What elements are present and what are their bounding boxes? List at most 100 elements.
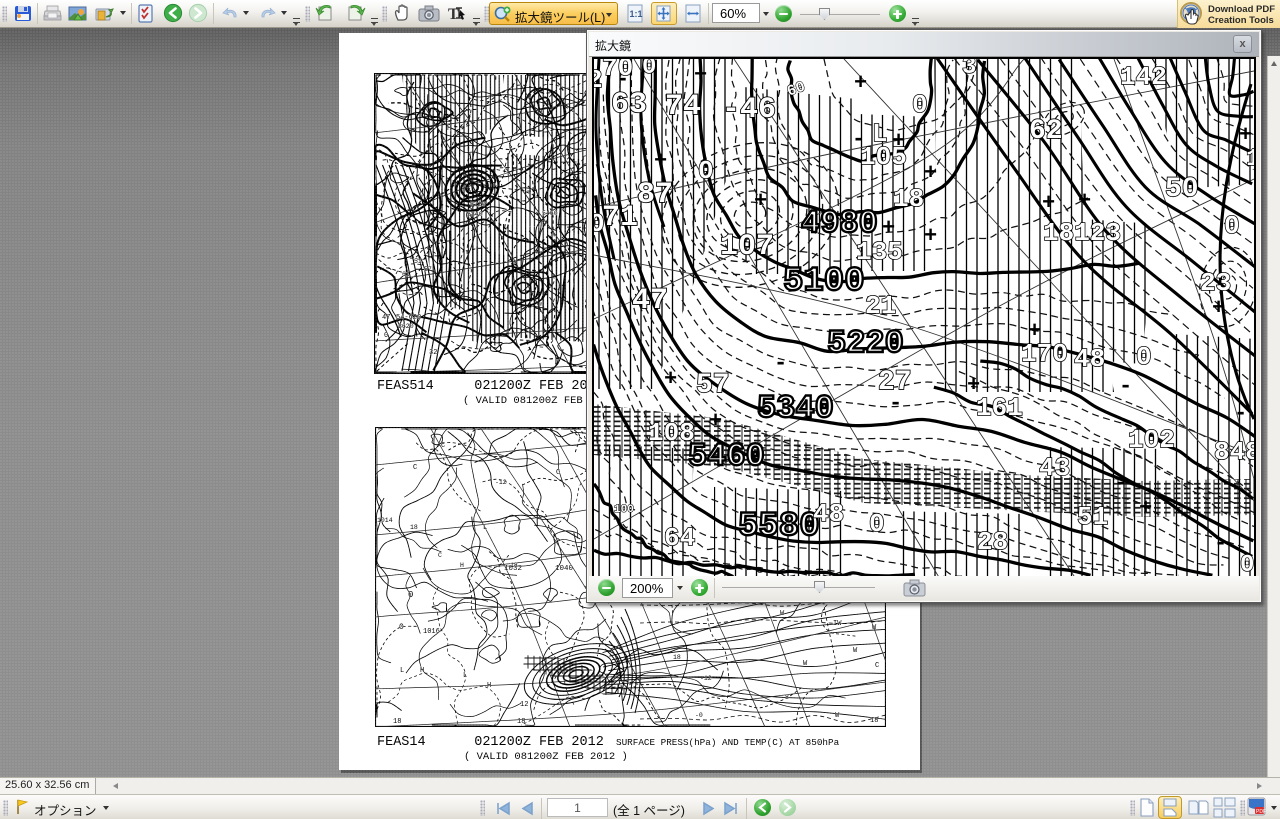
svg-text:+: +	[854, 71, 867, 96]
svg-text:1032: 1032	[504, 565, 522, 573]
svg-text:107: 107	[720, 230, 774, 264]
svg-text:+: +	[664, 367, 677, 392]
svg-text:0: 0	[399, 623, 404, 632]
svg-text:PDF: PDF	[1256, 809, 1266, 815]
svg-text:L: L	[483, 524, 487, 532]
svg-text:+: +	[754, 189, 767, 214]
svg-text:3620: 3620	[398, 323, 414, 330]
svg-text:H: H	[447, 125, 451, 133]
svg-text:1040: 1040	[555, 565, 574, 573]
svg-text:62: 62	[1029, 116, 1063, 147]
svg-text:C: C	[875, 662, 879, 670]
svg-text:18: 18	[673, 654, 681, 661]
svg-text:+: +	[924, 224, 937, 249]
svg-text:+: +	[694, 63, 707, 88]
svg-text:18: 18	[870, 717, 878, 725]
svg-text:18: 18	[893, 184, 924, 214]
svg-text:28: 28	[977, 527, 1008, 557]
svg-text:23: 23	[1200, 268, 1231, 298]
svg-text:L: L	[463, 672, 467, 680]
svg-text:+: +	[882, 216, 895, 241]
svg-text:50: 50	[1165, 174, 1199, 205]
svg-text:-12: -12	[700, 675, 712, 682]
svg-text:00: 00	[1240, 552, 1254, 576]
svg-text:0: 0	[594, 209, 605, 239]
svg-text:74: 74	[665, 90, 701, 124]
svg-text:-: -	[889, 391, 902, 416]
svg-text:12: 12	[520, 701, 528, 709]
svg-text:+: +	[1042, 191, 1055, 216]
svg-text:51: 51	[1077, 502, 1108, 532]
svg-text:-46: -46	[722, 93, 776, 127]
svg-text:W: W	[803, 660, 808, 668]
svg-text:H: H	[420, 667, 424, 675]
svg-text:51: 51	[414, 258, 422, 265]
svg-text:18: 18	[517, 718, 525, 726]
svg-text:IW: IW	[833, 620, 842, 628]
svg-text:-: -	[616, 67, 629, 92]
svg-text:+: +	[654, 149, 667, 174]
svg-text:71: 71	[602, 201, 638, 235]
svg-text:+: +	[924, 161, 937, 186]
svg-text:1014: 1014	[377, 517, 393, 524]
svg-text:L: L	[400, 667, 404, 675]
svg-text:64: 64	[664, 523, 695, 553]
svg-text:-0: -0	[695, 712, 703, 719]
svg-text:+: +	[967, 373, 980, 398]
svg-text:48: 48	[813, 499, 844, 529]
svg-text:142: 142	[1120, 62, 1167, 92]
svg-text:18: 18	[510, 562, 518, 569]
svg-text:-: -	[1214, 531, 1227, 556]
svg-text:5340: 5340	[757, 390, 834, 427]
svg-text:+: +	[892, 129, 905, 154]
svg-text:32: 32	[429, 349, 437, 357]
svg-text:0: 0	[642, 59, 656, 81]
svg-text:0: 0	[1224, 211, 1240, 241]
svg-text:-: -	[1114, 471, 1127, 496]
svg-text:W: W	[872, 624, 877, 632]
svg-text:5220: 5220	[470, 201, 486, 208]
svg-text:848: 848	[1214, 437, 1254, 467]
svg-text:43: 43	[1039, 453, 1070, 483]
svg-text:57: 57	[696, 370, 730, 401]
svg-text:3: 3	[962, 59, 976, 81]
svg-text:135: 135	[856, 237, 903, 267]
svg-text:1:1: 1:1	[630, 9, 643, 19]
svg-text:0: 0	[408, 590, 413, 600]
svg-text:H: H	[487, 682, 491, 690]
svg-text:W: W	[835, 712, 840, 720]
svg-text:C: C	[438, 552, 442, 559]
svg-text:+: +	[1212, 296, 1225, 321]
svg-text:1016: 1016	[423, 628, 440, 636]
svg-text:108: 108	[648, 418, 695, 448]
svg-text:47: 47	[632, 284, 668, 318]
svg-text:+: +	[709, 409, 722, 434]
svg-text:21: 21	[865, 291, 896, 321]
svg-text:61: 61	[402, 271, 410, 278]
svg-text:W: W	[780, 610, 785, 618]
svg-text:C: C	[441, 442, 445, 450]
svg-text:+: +	[1139, 496, 1152, 521]
svg-text:C: C	[413, 464, 417, 472]
svg-text:+: +	[1078, 189, 1091, 214]
svg-text:47: 47	[382, 314, 390, 322]
svg-text:48: 48	[1074, 344, 1105, 374]
svg-text:0: 0	[1136, 342, 1152, 372]
svg-text:0: 0	[698, 156, 714, 186]
svg-text:W: W	[853, 647, 858, 655]
svg-text:0: 0	[384, 332, 388, 340]
svg-text:18123: 18123	[1043, 218, 1121, 248]
svg-text:-: -	[852, 127, 865, 152]
svg-text:5460: 5460	[542, 210, 558, 217]
svg-text:8: 8	[785, 694, 789, 701]
svg-text:+: +	[1239, 123, 1252, 148]
svg-text:63: 63	[611, 88, 647, 122]
svg-text:18: 18	[393, 718, 401, 726]
svg-text:5340: 5340	[467, 211, 483, 218]
svg-text:54-620: 54-620	[396, 314, 421, 322]
svg-text:C: C	[556, 469, 560, 477]
svg-text:5100: 5100	[783, 263, 865, 301]
svg-text:-12: -12	[495, 479, 507, 486]
svg-text:H: H	[460, 562, 464, 569]
svg-text:0: 0	[869, 509, 885, 539]
